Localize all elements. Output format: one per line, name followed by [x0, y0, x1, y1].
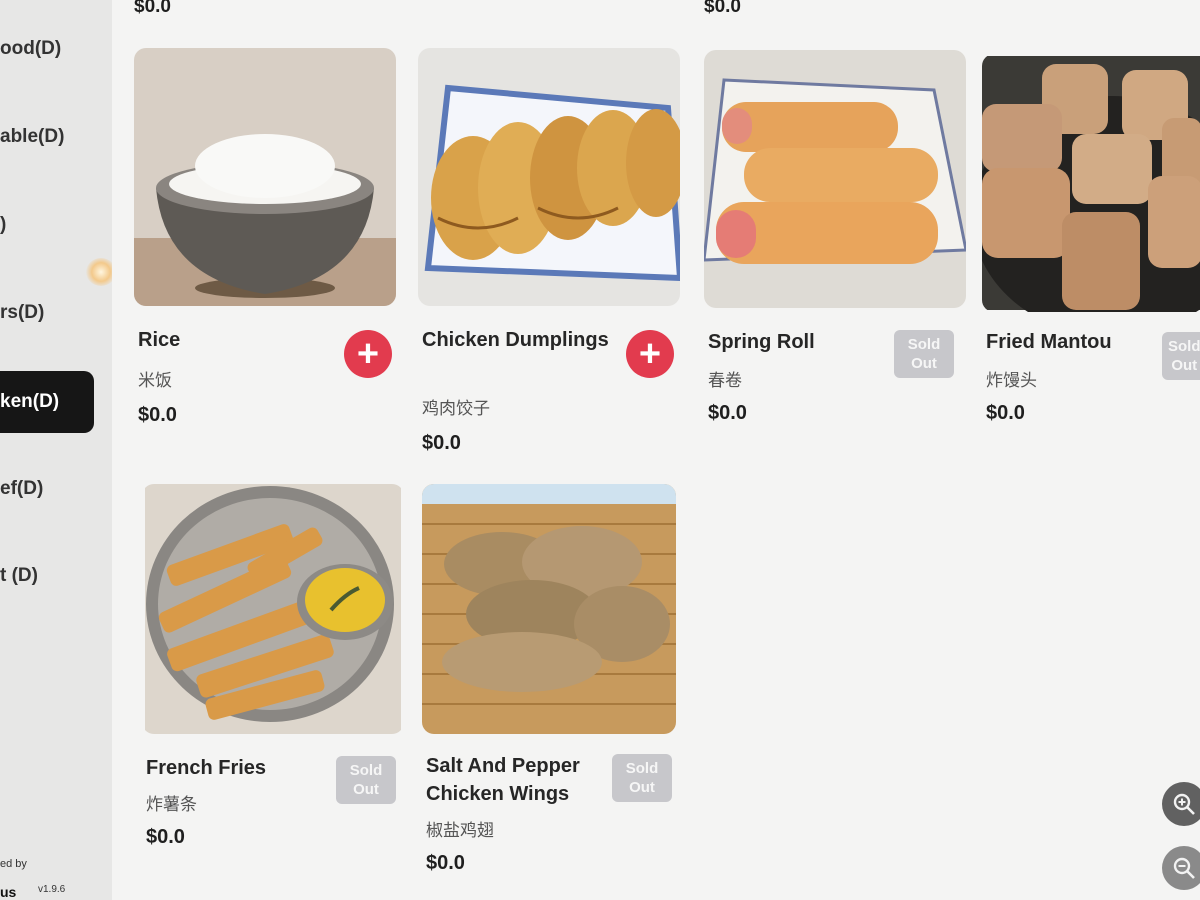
item-price: $0.0: [704, 0, 741, 17]
item-name: French Fries: [146, 757, 267, 779]
menu-item-card[interactable]: French Fries 炸薯条 $0.0 Sold Out: [142, 484, 404, 884]
item-price: $0.0: [134, 0, 171, 17]
powered-by-label: ed by: [0, 858, 27, 870]
menu-item-card[interactable]: Chicken Dumplings 鸡肉饺子 $0.0 +: [418, 48, 680, 468]
zoom-in-icon: [1173, 793, 1195, 815]
item-price: $0.0: [138, 404, 177, 426]
category-sidebar: ood(D) able(D) ) rs(D) ken(D) ef(D) t (D…: [0, 0, 116, 900]
item-name: Chicken Dumplings: [422, 329, 609, 351]
item-chinese-name: 春卷: [708, 371, 742, 390]
plus-icon: +: [356, 333, 380, 375]
chicken-wings-image: [422, 484, 676, 734]
menu-item-card[interactable]: Spring Roll 春卷 $0.0 Sold Out: [704, 50, 966, 450]
version-label: v1.9.6: [38, 884, 66, 895]
sold-out-badge: Sold Out: [336, 756, 396, 804]
add-to-cart-button[interactable]: +: [626, 330, 674, 378]
fried-mantou-image: [982, 54, 1200, 312]
sold-out-badge: Sold Out: [894, 330, 954, 378]
menu-grid: $0.0 $0.0 Rice 米饭 $0.0 + Chicken Dumplin…: [112, 0, 1200, 900]
category-item[interactable]: ood(D): [0, 18, 96, 80]
item-price: $0.0: [986, 402, 1025, 424]
french-fries-image: [142, 484, 404, 734]
item-chinese-name: 椒盐鸡翅: [426, 821, 494, 840]
sold-out-badge: Sold Out: [612, 754, 672, 802]
category-item[interactable]: ef(D): [0, 458, 96, 520]
item-name: Fried Mantou: [986, 331, 1112, 353]
zoom-in-button[interactable]: [1162, 782, 1200, 826]
rice-image: [134, 48, 396, 306]
category-item[interactable]: ): [0, 194, 96, 256]
item-chinese-name: 米饭: [138, 371, 172, 390]
add-to-cart-button[interactable]: +: [344, 330, 392, 378]
item-price: $0.0: [708, 402, 747, 424]
category-item-active[interactable]: ken(D): [0, 371, 94, 433]
spring-rolls-image: [704, 50, 966, 308]
dumplings-image: [418, 48, 680, 306]
menu-item-card[interactable]: Rice 米饭 $0.0 +: [134, 48, 396, 448]
item-name: Salt And Pepper Chicken Wings: [426, 755, 580, 805]
item-price: $0.0: [146, 826, 185, 848]
category-item[interactable]: able(D): [0, 106, 96, 168]
brand-name: us: [0, 884, 17, 900]
zoom-out-icon: [1173, 857, 1195, 879]
item-chinese-name: 炸薯条: [146, 795, 197, 814]
item-name: Spring Roll: [708, 331, 815, 353]
menu-item-card[interactable]: Fried Mantou 炸馒头 $0.0 Sold Out: [982, 54, 1200, 454]
plus-icon: +: [638, 333, 662, 375]
zoom-out-button[interactable]: [1162, 846, 1200, 890]
sold-out-badge: Sold Out: [1162, 332, 1200, 380]
menu-item-card[interactable]: Salt And Pepper Chicken Wings 椒盐鸡翅 $0.0 …: [422, 484, 676, 884]
category-item[interactable]: rs(D): [0, 282, 96, 344]
category-item[interactable]: t (D): [0, 545, 96, 607]
item-price: $0.0: [426, 852, 465, 874]
item-price: $0.0: [422, 432, 461, 454]
item-name: Rice: [138, 329, 181, 351]
item-chinese-name: 炸馒头: [986, 371, 1037, 390]
item-chinese-name: 鸡肉饺子: [422, 399, 490, 418]
